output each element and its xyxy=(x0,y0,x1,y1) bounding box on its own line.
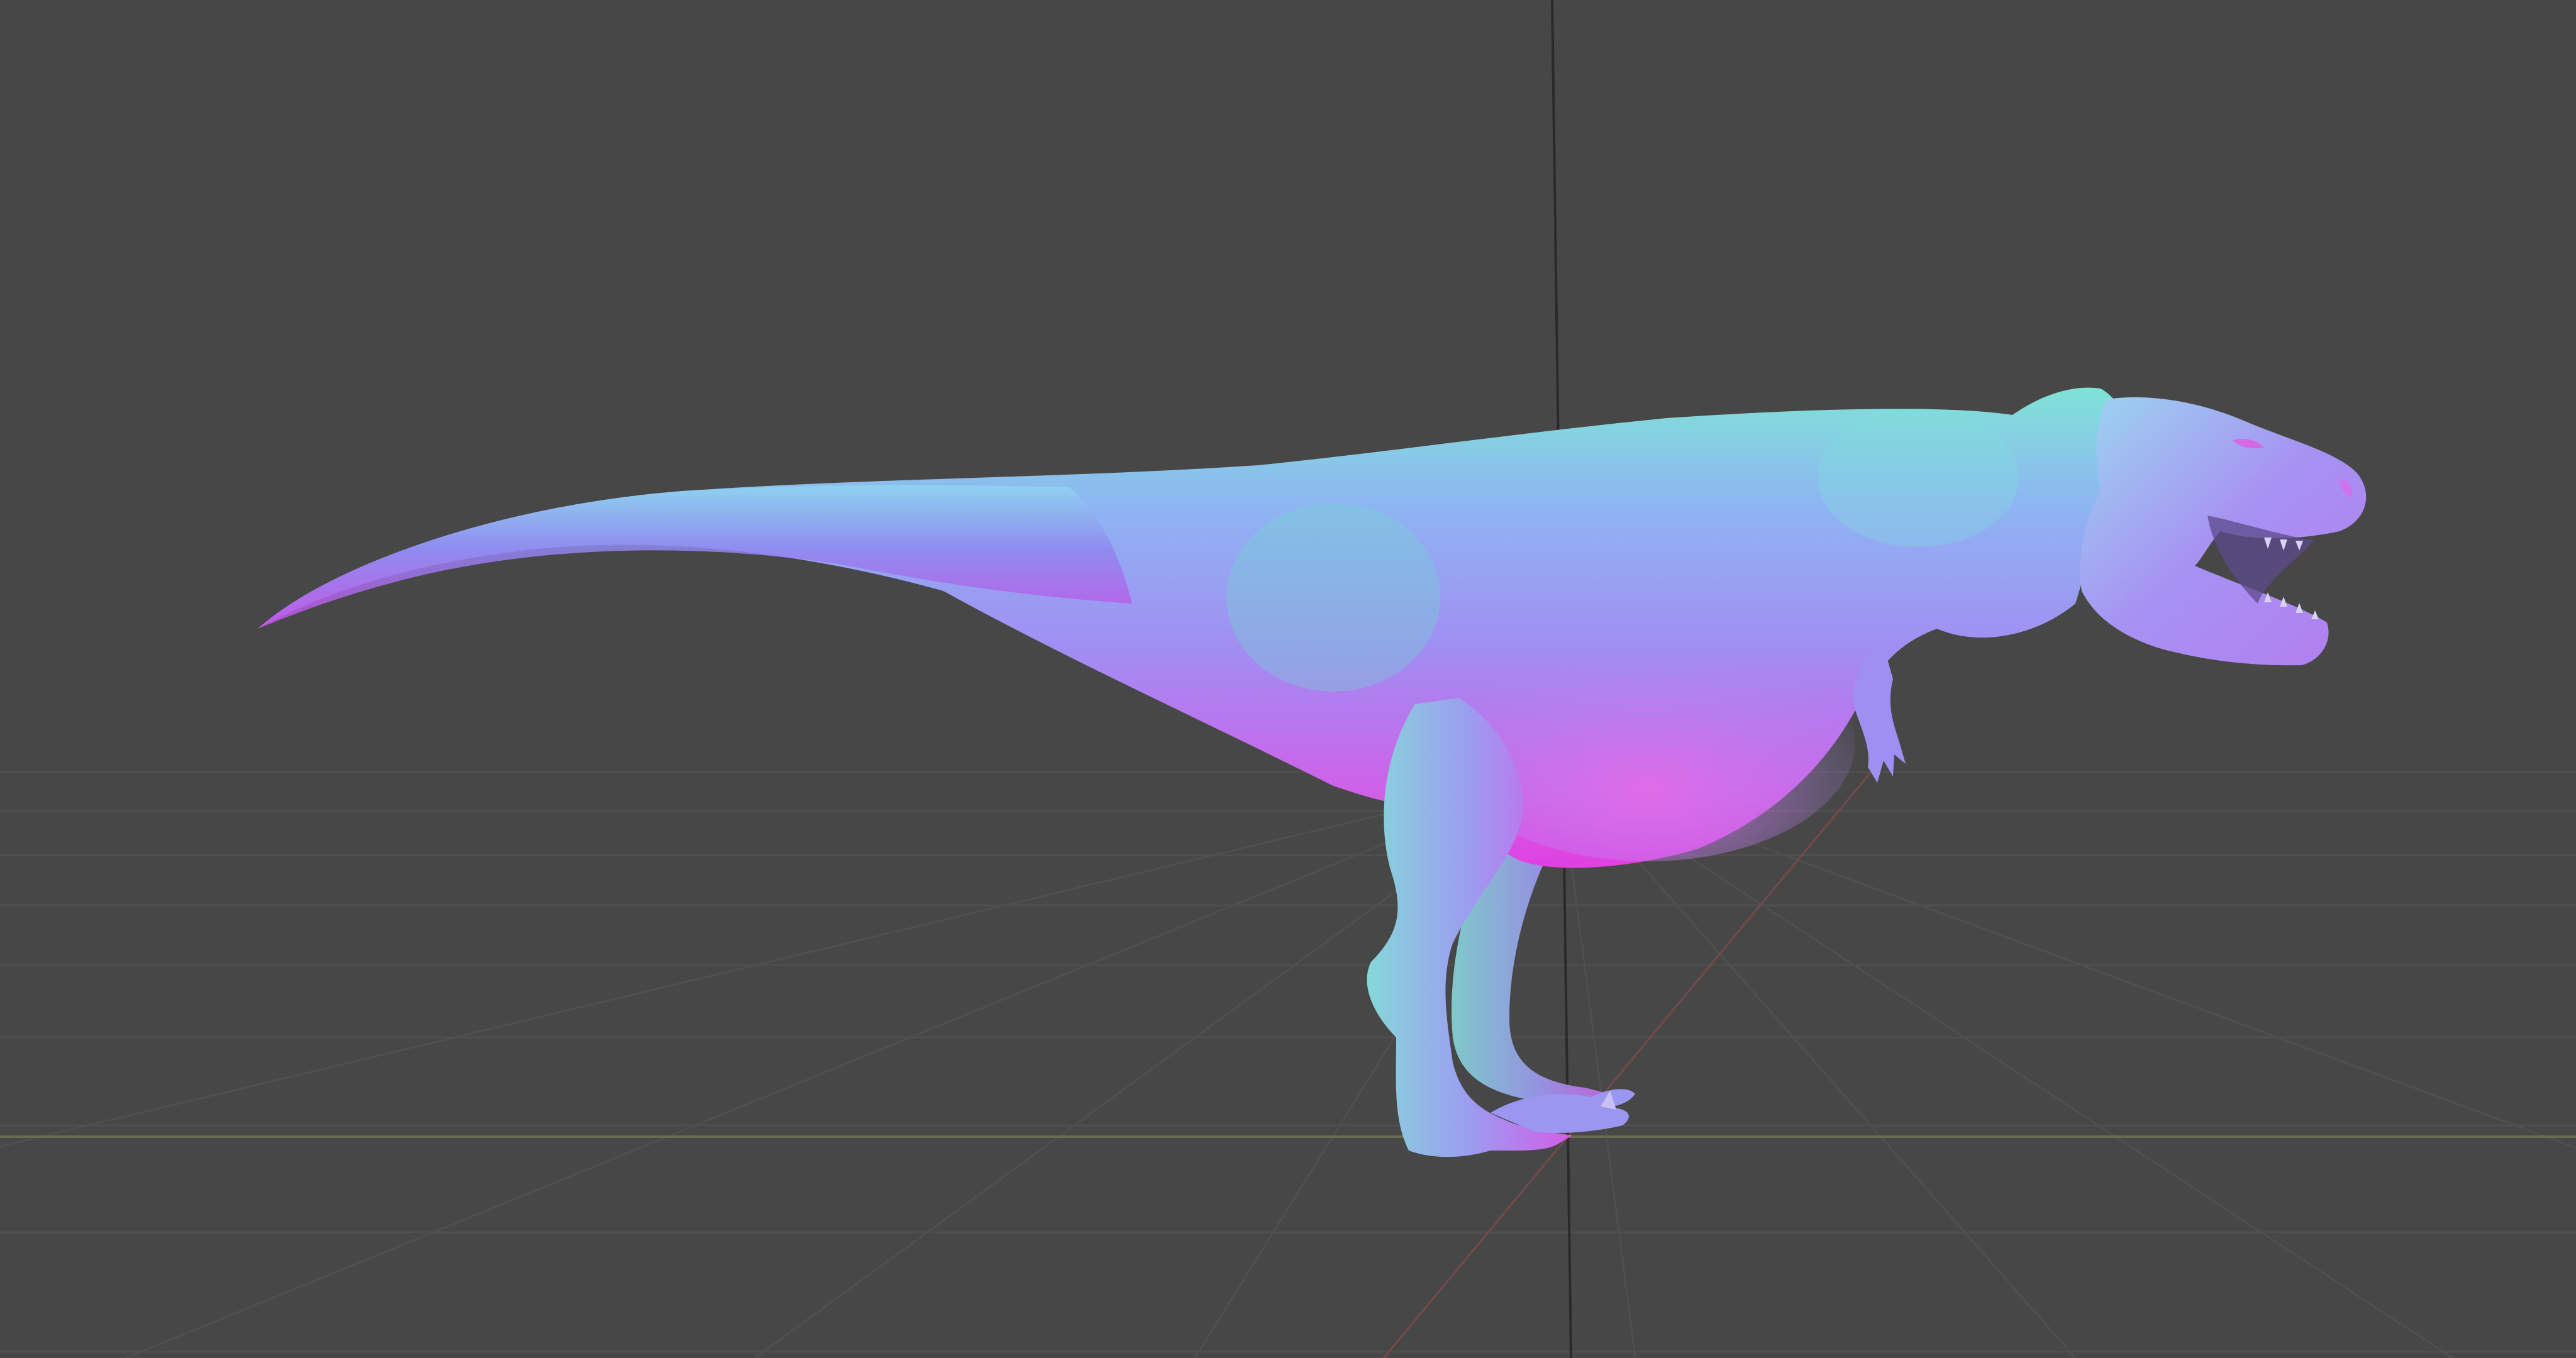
viewport-canvas[interactable] xyxy=(0,0,2576,1358)
floor-grid xyxy=(0,771,2576,1358)
trex-hip-highlight xyxy=(1226,503,1440,692)
trex-neck-highlight xyxy=(1818,409,2019,547)
3d-viewport[interactable] xyxy=(0,0,2576,1358)
